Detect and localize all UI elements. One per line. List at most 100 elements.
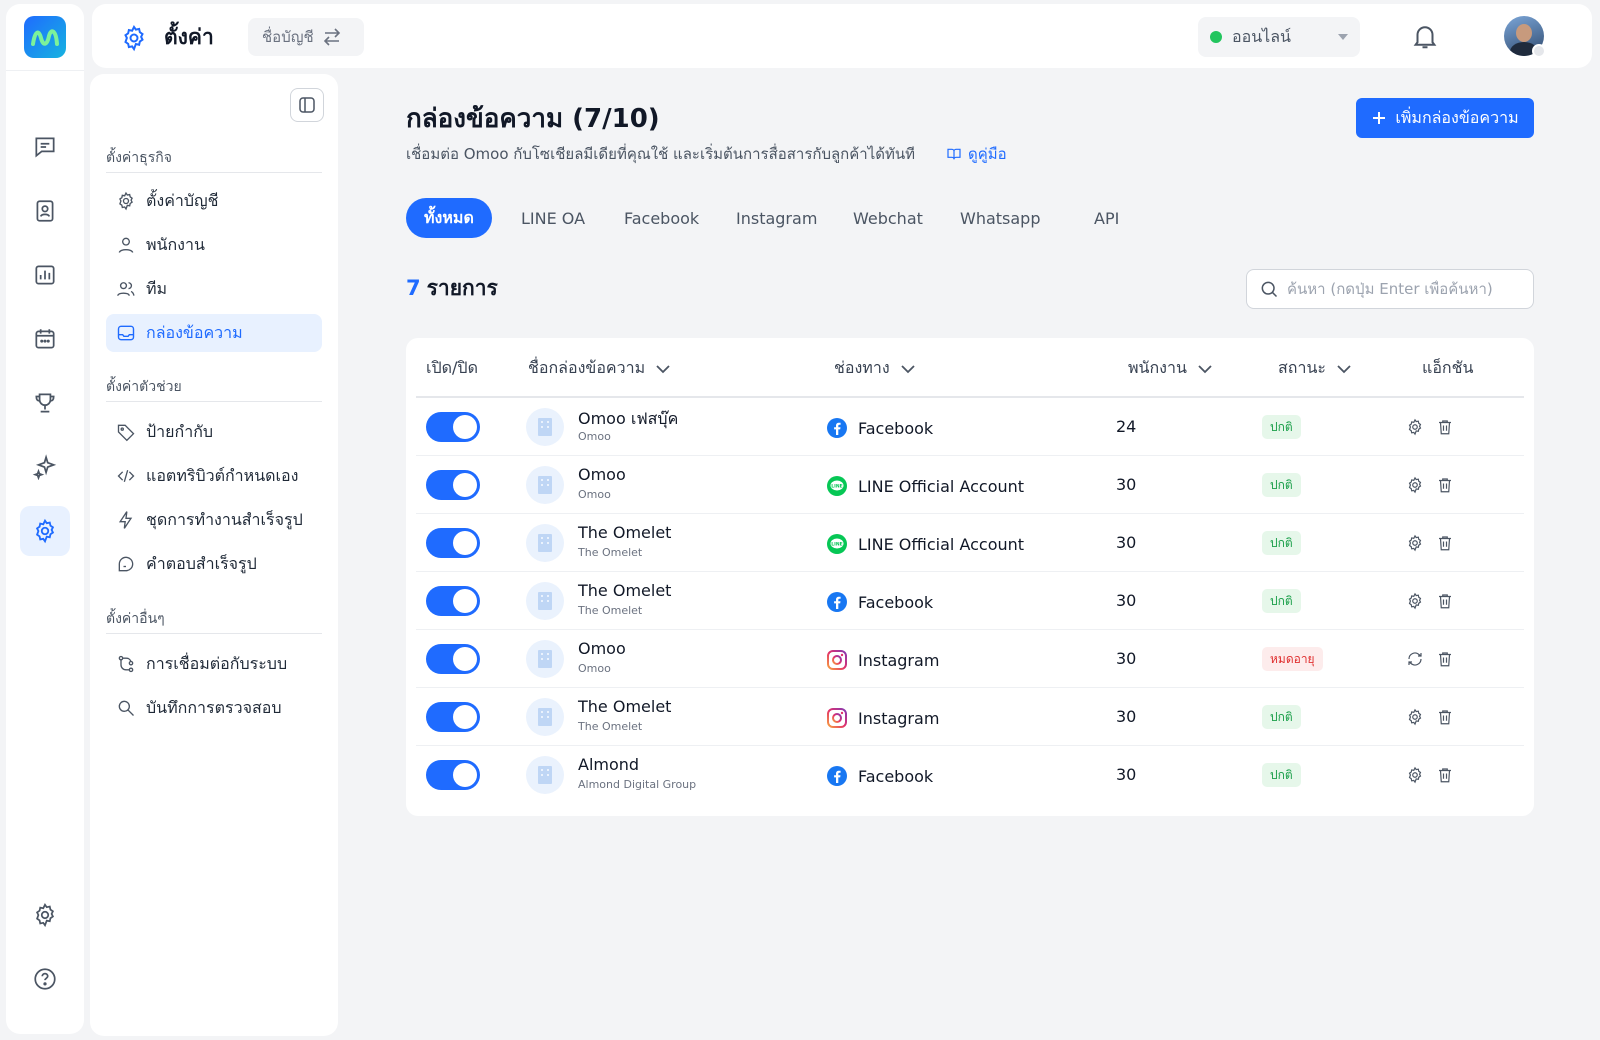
- status-badge: ปกติ: [1262, 763, 1301, 787]
- col-header-staff[interactable]: พนักงาน: [1128, 356, 1213, 381]
- inbox-icon: [117, 325, 135, 341]
- inbox-toggle[interactable]: [426, 586, 480, 616]
- building-icon: [526, 756, 564, 794]
- chevron-down-icon: [656, 364, 670, 373]
- channel-label: LINE Official Account: [858, 476, 1025, 496]
- bell-icon[interactable]: [1410, 21, 1440, 51]
- status-badge: ปกติ: [1262, 531, 1301, 555]
- status-badge: หมดอายุ: [1262, 647, 1323, 671]
- sidebar-item-custom-attributes[interactable]: แอตทริบิวต์กำหนดเอง: [106, 457, 322, 495]
- col-header-status[interactable]: สถานะ: [1278, 356, 1352, 381]
- report-chart-icon[interactable]: [20, 250, 70, 300]
- sidebar-item-labels[interactable]: ป้ายกำกับ: [106, 413, 322, 451]
- inbox-toggle[interactable]: [426, 528, 480, 558]
- sparkle-ai-icon[interactable]: [20, 442, 70, 492]
- chat-icon[interactable]: [20, 122, 70, 172]
- inbox-subname: Omoo: [578, 662, 611, 675]
- account-switch-button[interactable]: ชื่อบัญชี: [248, 18, 364, 56]
- add-inbox-button[interactable]: เพิ่มกล่องข้อความ: [1356, 98, 1534, 138]
- tab-api[interactable]: API: [1094, 198, 1119, 238]
- instagram-icon: [827, 650, 847, 670]
- svg-text:LINE: LINE: [831, 484, 842, 490]
- tab-webchat[interactable]: Webchat: [853, 198, 923, 238]
- building-icon: [526, 408, 564, 446]
- col-header-label: เปิด/ปิด: [426, 358, 478, 377]
- inbox-name: Omoo: [578, 639, 626, 658]
- facebook-icon: [827, 592, 847, 612]
- trash-icon[interactable]: [1436, 418, 1454, 436]
- account-switch-label: ชื่อบัญชี: [262, 28, 314, 46]
- section-title-helpers: ตั้งค่าตัวช่วย: [106, 379, 182, 395]
- trash-icon[interactable]: [1436, 766, 1454, 784]
- trash-icon[interactable]: [1436, 708, 1454, 726]
- tab-facebook[interactable]: Facebook: [624, 198, 699, 238]
- inbox-toggle[interactable]: [426, 644, 480, 674]
- inbox-name: Almond: [578, 755, 640, 774]
- instagram-icon: [827, 708, 847, 728]
- svg-text:LINE: LINE: [831, 542, 842, 548]
- sidebar-item-label: คำตอบสำเร็จรูป: [146, 553, 257, 573]
- search-doc-icon: [118, 700, 134, 716]
- inbox-toggle[interactable]: [426, 702, 480, 732]
- settings-gear-icon[interactable]: [1406, 418, 1424, 436]
- tab-line-oa[interactable]: LINE OA: [521, 198, 585, 238]
- sidebar-item-team[interactable]: ทีม: [106, 270, 322, 308]
- settings-gear-icon[interactable]: [1406, 592, 1424, 610]
- col-header-action: แอ็กชัน: [1422, 356, 1473, 381]
- settings-gear-icon[interactable]: [1406, 766, 1424, 784]
- online-status-select[interactable]: ออนไลน์: [1198, 17, 1360, 57]
- sidebar-collapse-icon[interactable]: [290, 88, 324, 122]
- status-badge: ปกติ: [1262, 589, 1301, 613]
- calendar-icon[interactable]: [20, 314, 70, 364]
- tab-instagram[interactable]: Instagram: [736, 198, 817, 238]
- channel-cell: LINE LINE Official Account: [826, 533, 1024, 555]
- trash-icon[interactable]: [1436, 650, 1454, 668]
- trash-icon[interactable]: [1436, 592, 1454, 610]
- trophy-icon[interactable]: [20, 378, 70, 428]
- settings-gear-icon[interactable]: [1406, 534, 1424, 552]
- table-row: Omoo Omoo Instagram 30 หมดอายุ: [416, 630, 1524, 688]
- omoo-logo-icon[interactable]: [24, 16, 66, 58]
- sidebar-item-account-settings[interactable]: ตั้งค่าบัญชี: [106, 182, 322, 220]
- inbox-subname: Omoo: [578, 488, 611, 501]
- search-box[interactable]: [1246, 269, 1534, 309]
- inbox-subname: Omoo: [578, 430, 611, 443]
- table-row: Almond Almond Digital Group Facebook 30 …: [416, 746, 1524, 804]
- swap-arrows-icon: [323, 28, 340, 46]
- col-header-channel[interactable]: ช่องทาง: [834, 356, 916, 381]
- sidebar-item-label: แอตทริบิวต์กำหนดเอง: [146, 465, 299, 485]
- tab-all[interactable]: ทั้งหมด: [406, 198, 492, 238]
- tab-whatsapp[interactable]: Whatsapp: [960, 198, 1041, 238]
- chat-bubble-icon: [118, 556, 134, 572]
- trash-icon[interactable]: [1436, 534, 1454, 552]
- contacts-icon[interactable]: [20, 186, 70, 236]
- sidebar-item-integrations[interactable]: การเชื่อมต่อกับระบบ: [106, 645, 322, 683]
- trash-icon[interactable]: [1436, 476, 1454, 494]
- guide-link[interactable]: ดูคู่มือ: [946, 142, 1007, 166]
- search-input[interactable]: [1287, 280, 1527, 298]
- channel-cell: Facebook: [826, 591, 933, 613]
- sidebar-item-label: บันทึกการตรวจสอบ: [146, 697, 282, 717]
- inbox-toggle[interactable]: [426, 470, 480, 500]
- gear-icon[interactable]: [20, 890, 70, 940]
- integration-branch-icon: [118, 655, 134, 673]
- col-header-name[interactable]: ชื่อกล่องข้อความ: [528, 356, 671, 381]
- sidebar-item-macros[interactable]: ชุดการทำงานสำเร็จรูป: [106, 501, 322, 539]
- col-header-label: ช่องทาง: [834, 358, 890, 377]
- help-icon[interactable]: [20, 954, 70, 1004]
- sidebar-item-staff[interactable]: พนักงาน: [106, 226, 322, 264]
- settings-rail-icon[interactable]: [20, 506, 70, 556]
- sidebar-item-canned-responses[interactable]: คำตอบสำเร็จรูป: [106, 545, 322, 583]
- staff-count: 30: [1116, 533, 1137, 552]
- inbox-toggle[interactable]: [426, 760, 480, 790]
- sidebar-item-audit-log[interactable]: บันทึกการตรวจสอบ: [106, 689, 322, 727]
- line-icon: LINE: [827, 534, 847, 554]
- sidebar-item-inbox[interactable]: กล่องข้อความ: [106, 314, 322, 352]
- settings-gear-icon[interactable]: [1406, 708, 1424, 726]
- settings-gear-icon[interactable]: [1406, 476, 1424, 494]
- plus-icon: [1373, 112, 1386, 124]
- chevron-down-icon: [1198, 364, 1212, 373]
- inbox-toggle[interactable]: [426, 412, 480, 442]
- reconnect-icon[interactable]: [1406, 650, 1424, 668]
- inbox-name: Omoo เฟสบุ๊ค: [578, 409, 679, 428]
